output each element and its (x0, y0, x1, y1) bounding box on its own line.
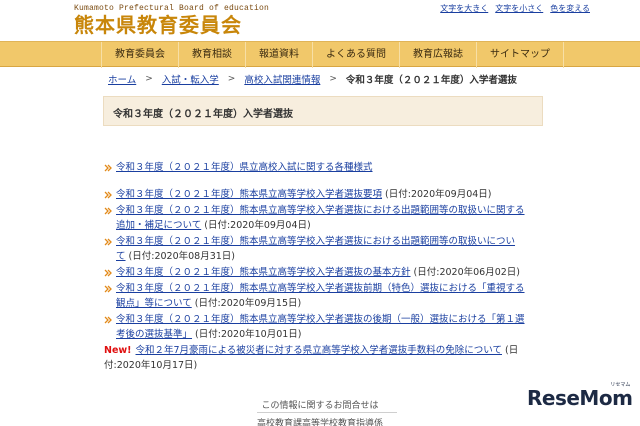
breadcrumb-high-school-exam[interactable]: 高校入試関連情報 (244, 72, 320, 86)
breadcrumb-separator: > (227, 74, 236, 84)
nav-item-consultation[interactable]: 教育相談 (179, 42, 246, 68)
nav-item-faq[interactable]: よくある質問 (313, 42, 400, 68)
list-item: New! 令和２年7月豪雨による被災者に対する県立高等学校入学者選抜手数料の免除に… (104, 343, 554, 373)
document-link[interactable]: 令和３年度（２０２１年度）県立高校入試に関する各種様式 (116, 162, 373, 173)
arrow-right-icon (104, 285, 112, 293)
breadcrumb-home[interactable]: ホーム (108, 72, 136, 86)
breadcrumb-separator: > (145, 74, 153, 84)
font-smaller-link[interactable]: 文字を小さく (495, 3, 543, 14)
document-link[interactable]: て (116, 251, 126, 262)
arrow-right-icon (104, 191, 112, 199)
document-date: 付:2020年10月17日) (104, 360, 198, 371)
document-link[interactable]: 令和３年度（２０２１年度）熊本県立高等学校入学者選抜における出題範囲等の取扱いに… (116, 236, 515, 247)
list-item: 令和３年度（２０２１年度）熊本県立高等学校入学者選抜における出題範囲等の取扱いに… (104, 203, 554, 233)
page-title: 令和３年度（２０２１年度）入学者選抜 (113, 109, 293, 120)
watermark-subtext: リセマム (610, 382, 631, 388)
logo-subtitle: Kumamoto Prefectural Board of education (74, 4, 270, 13)
document-link[interactable]: 令和３年度（２０２１年度）熊本県立高等学校入学者選抜前期（特色）選抜における「重… (116, 283, 525, 294)
watermark-text: ReseMom (527, 386, 633, 410)
document-date: (日付:2020年06月02日) (410, 267, 521, 278)
document-date: (日 (502, 345, 519, 356)
change-color-link[interactable]: 色を変える (550, 3, 590, 14)
nav-item-sitemap[interactable]: サイトマップ (477, 42, 564, 68)
nav-item-magazine[interactable]: 教育広報誌 (400, 42, 477, 68)
list-item: 令和３年度（２０２１年度）熊本県立高等学校入学者選抜前期（特色）選抜における「重… (104, 281, 554, 311)
breadcrumb-separator: > (329, 74, 337, 84)
document-link[interactable]: 令和２年7月豪雨による被災者に対する県立高等学校入学者選抜手数料の免除について (136, 345, 502, 356)
nav-item-board[interactable]: 教育委員会 (101, 42, 179, 68)
document-date: (日付:2020年09月04日) (382, 189, 492, 200)
nav-item-press[interactable]: 報道資料 (246, 42, 313, 68)
document-link-list: 令和３年度（２０２１年度）県立高校入試に関する各種様式 令和３年度（２０２１年度）… (104, 160, 554, 373)
document-date: (日付:2020年08月31日) (125, 251, 236, 262)
site-header: Kumamoto Prefectural Board of education … (0, 0, 640, 44)
font-larger-link[interactable]: 文字を大きく (440, 3, 488, 14)
global-nav-bar: 教育委員会 教育相談 報道資料 よくある質問 教育広報誌 サイトマップ (0, 41, 640, 68)
site-logo[interactable]: 熊本県教育委員会 (74, 13, 242, 37)
arrow-right-icon (104, 238, 112, 246)
list-item: 令和３年度（２０２１年度）熊本県立高等学校入学者選抜要項 (日付:2020年09… (104, 187, 554, 202)
arrow-right-icon (104, 269, 112, 277)
document-date: (日付:2020年09月04日) (201, 220, 311, 231)
arrow-right-icon (104, 207, 112, 215)
page-title-box: 令和３年度（２０２１年度）入学者選抜 (103, 96, 543, 126)
arrow-right-icon (104, 316, 112, 324)
document-link[interactable]: 追加・補足について (116, 220, 201, 231)
breadcrumb-admission[interactable]: 入試・転入学 (162, 72, 219, 86)
contact-department: 高校教育課高等学校教育指導係 (256, 419, 383, 426)
list-item: 令和３年度（２０２１年度）県立高校入試に関する各種様式 (104, 160, 554, 175)
global-nav: 教育委員会 教育相談 報道資料 よくある質問 教育広報誌 サイトマップ (101, 42, 564, 68)
utility-links: 文字を大きく 文字を小さく 色を変える (440, 3, 590, 14)
document-date: (日付:2020年10月01日) (192, 329, 302, 340)
list-item: 令和３年度（２０２１年度）熊本県立高等学校入学者選抜における出題範囲等の取扱いに… (104, 234, 554, 264)
resemom-watermark: ReseMom リセマム (527, 382, 633, 410)
document-link[interactable]: 令和３年度（２０２１年度）熊本県立高等学校入学者選抜の基本方針 (116, 267, 411, 278)
document-link[interactable]: 考後の選抜基準」 (116, 329, 192, 340)
list-item: 令和３年度（２０２１年度）熊本県立高等学校入学者選抜の基本方針 (日付:2020… (104, 265, 554, 280)
document-link[interactable]: 令和３年度（２０２１年度）熊本県立高等学校入学者選抜の後期（一般）選抜における「… (116, 314, 525, 325)
document-link[interactable]: 令和３年度（２０２１年度）熊本県立高等学校入学者選抜要項 (116, 189, 382, 200)
document-date: (日付:2020年09月15日) (191, 298, 302, 309)
breadcrumb-current: 令和３年度（２０２１年度）入学者選抜 (345, 75, 517, 86)
breadcrumb: ホーム > 入試・転入学 > 高校入試関連情報 > 令和３年度（２０２１年度）入… (108, 72, 517, 86)
document-link[interactable]: 令和３年度（２０２１年度）熊本県立高等学校入学者選抜における出題範囲等の取扱いに… (116, 205, 525, 216)
document-link[interactable]: 観点」等について (116, 298, 192, 309)
contact-divider (257, 412, 397, 413)
new-badge: New! (104, 345, 132, 356)
list-item: 令和３年度（２０２１年度）熊本県立高等学校入学者選抜の後期（一般）選抜における「… (104, 312, 554, 342)
arrow-right-icon (104, 164, 112, 172)
